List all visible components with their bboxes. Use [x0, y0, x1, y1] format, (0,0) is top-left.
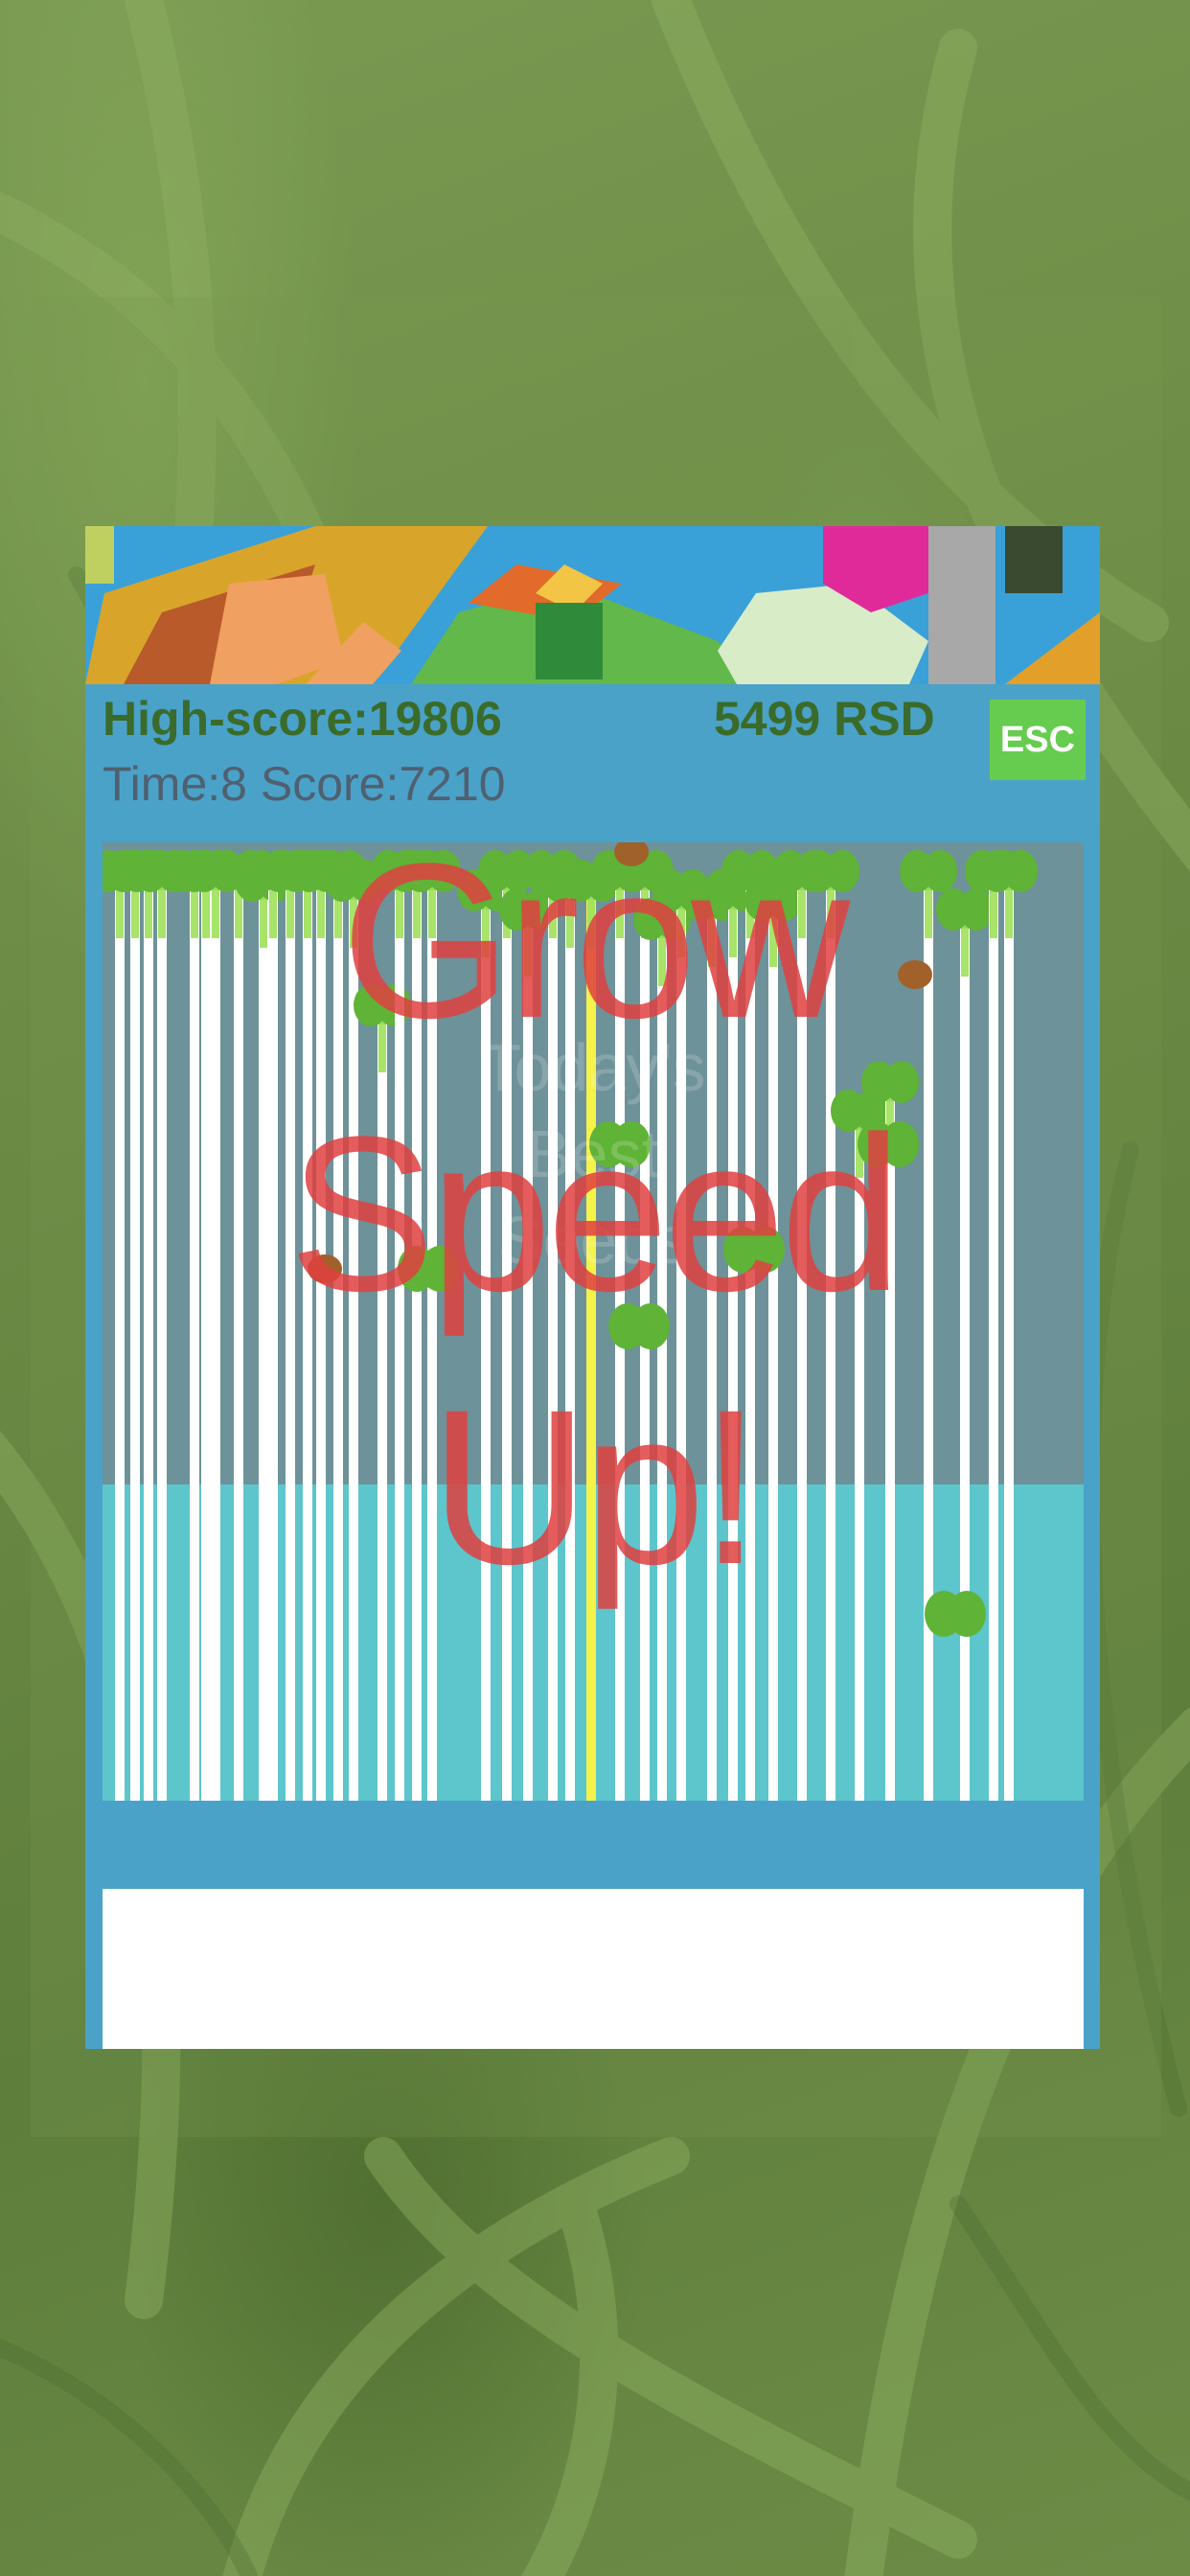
grow-speed-up-banner: Grow Speed Up!: [85, 804, 1100, 1623]
banner-line-speed: Speed: [287, 1091, 903, 1337]
esc-button[interactable]: ESC: [990, 700, 1086, 780]
high-score-label: High-score:19806: [103, 692, 502, 746]
currency-balance: 5499 RSD: [714, 692, 935, 746]
banner-line-grow: Grow: [340, 817, 851, 1064]
ground-area: [103, 1889, 1084, 2049]
banner-line-up: Up!: [429, 1364, 762, 1610]
game-panel: High-score:19806 5499 RSD ESC Time:8 Sco…: [85, 526, 1100, 2049]
voxel-banner-image: [85, 526, 1100, 684]
